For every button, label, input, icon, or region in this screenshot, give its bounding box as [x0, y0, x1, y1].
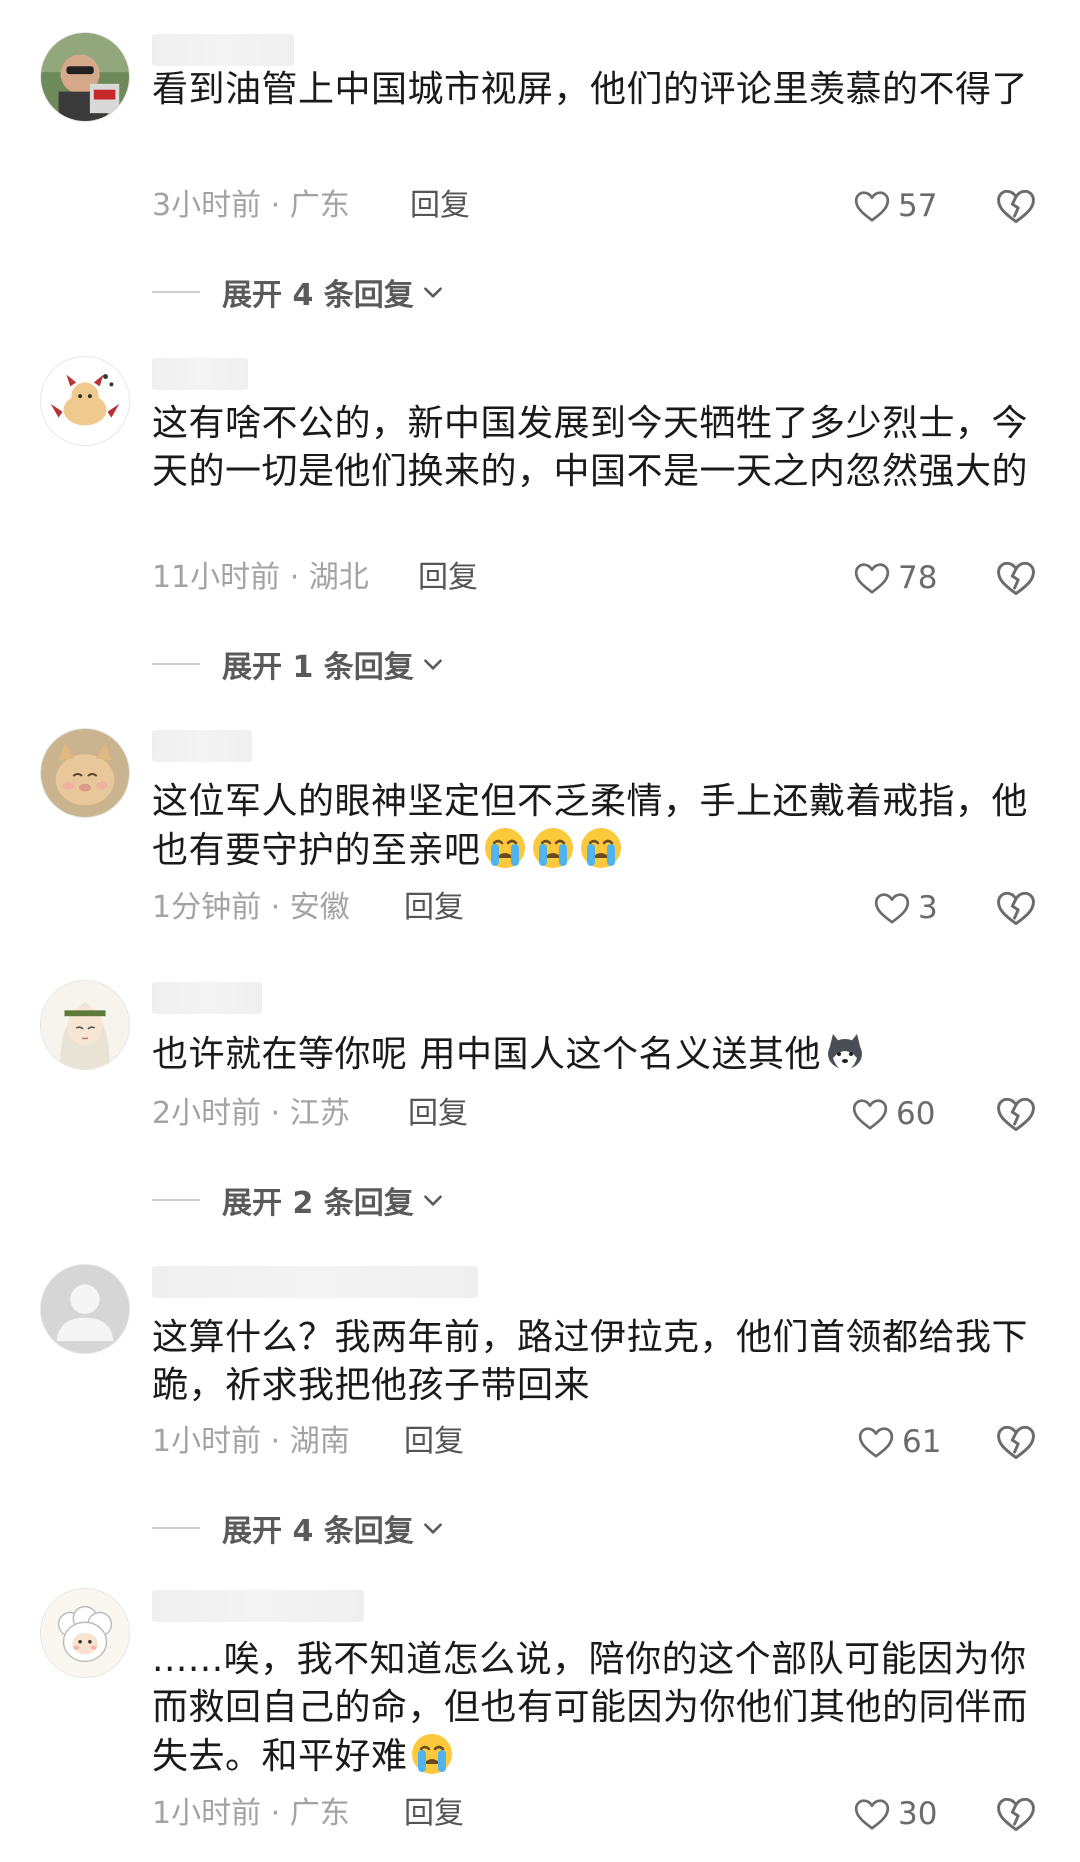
heart-outline-icon [854, 563, 890, 594]
reply-button[interactable]: 回复 [410, 186, 470, 226]
dislike-button[interactable] [994, 1792, 1038, 1836]
dislike-button[interactable] [994, 184, 1038, 228]
heart-outline-icon [874, 893, 910, 924]
dislike-button[interactable] [994, 556, 1038, 600]
comment-meta: 1小时前 · 湖南 [152, 1424, 350, 1459]
chevron-down-icon [423, 1523, 442, 1534]
comment-meta: 3小时前 · 广东 [152, 188, 350, 223]
expand-divider [152, 1527, 200, 1529]
comment-meta: 1小时前 · 广东 [152, 1796, 350, 1831]
comment-meta: 2小时前 · 江苏 [152, 1096, 350, 1131]
expand-replies-label: 展开 1 条回复 [222, 650, 414, 685]
expand-replies-button[interactable]: 展开 4 条回复 [152, 1506, 446, 1550]
expand-replies-button[interactable]: 展开 4 条回复 [152, 270, 446, 314]
chevron-down-icon [423, 659, 442, 670]
heart-outline-icon [852, 1099, 888, 1130]
avatar[interactable] [40, 1588, 130, 1678]
expand-replies-label: 展开 4 条回复 [222, 1514, 414, 1549]
husky-face-icon [827, 1034, 862, 1070]
reply-button[interactable]: 回复 [418, 558, 478, 598]
heart-outline-icon [858, 1427, 894, 1458]
username[interactable] [152, 730, 252, 762]
like-count: 3 [918, 890, 938, 926]
avatar[interactable] [40, 1264, 130, 1354]
dislike-button[interactable] [994, 1420, 1038, 1464]
comment-text: 这有啥不公的，新中国发展到今天牺牲了多少烈士，今天的一切是他们换来的，中国不是一… [152, 403, 1029, 492]
comment-text: ......唉，我不知道怎么说，陪你的这个部队可能因为你而救回自己的命，但也有可… [152, 1636, 1032, 1781]
chevron-down-icon [423, 1195, 442, 1206]
like-count: 30 [898, 1796, 938, 1832]
comment-text: 也许就在等你呢 用中国人这个名义送其他 [152, 1030, 1032, 1079]
heart-outline-icon [854, 191, 890, 222]
like-button[interactable]: 30 [852, 1792, 937, 1836]
reply-button[interactable]: 回复 [408, 1094, 468, 1134]
comment-text: 看到油管上中国城市视屏，他们的评论里羡慕的不得了 [152, 69, 1029, 110]
expand-replies-label: 展开 4 条回复 [222, 278, 414, 313]
like-button[interactable]: 78 [852, 556, 937, 600]
loudly-crying-face-icon [532, 828, 573, 868]
broken-heart-icon [997, 561, 1035, 596]
loudly-crying-face-icon [484, 828, 525, 868]
comment-meta: 1分钟前 · 安徽 [152, 890, 350, 925]
broken-heart-icon [997, 1097, 1035, 1132]
broken-heart-icon [997, 1425, 1035, 1460]
expand-divider [152, 291, 200, 293]
broken-heart-icon [997, 1797, 1035, 1832]
avatar[interactable] [40, 980, 130, 1070]
reply-button[interactable]: 回复 [404, 1422, 464, 1462]
username[interactable] [152, 358, 248, 390]
expand-replies-button[interactable]: 展开 2 条回复 [152, 1178, 446, 1222]
like-count: 78 [898, 560, 938, 596]
like-button[interactable]: 61 [856, 1420, 941, 1464]
like-count: 57 [898, 188, 938, 224]
like-count: 61 [902, 1424, 942, 1460]
like-button[interactable]: 57 [852, 184, 937, 228]
comment-meta: 11小时前 · 湖北 [152, 560, 369, 595]
comment-text-content: ......唉，我不知道怎么说，陪你的这个部队可能因为你而救回自己的命，但也有可… [152, 1639, 1029, 1777]
like-button[interactable]: 60 [850, 1092, 935, 1136]
loudly-crying-face-icon [411, 1734, 452, 1774]
reply-button[interactable]: 回复 [404, 888, 464, 928]
expand-replies-button[interactable]: 展开 1 条回复 [152, 642, 446, 686]
avatar[interactable] [40, 356, 130, 446]
username[interactable] [152, 1590, 364, 1622]
avatar[interactable] [40, 32, 130, 122]
avatar[interactable] [40, 728, 130, 818]
expand-divider [152, 1199, 200, 1201]
dislike-button[interactable] [994, 1092, 1038, 1136]
expand-replies-label: 展开 2 条回复 [222, 1186, 414, 1221]
username[interactable] [152, 34, 294, 66]
dislike-button[interactable] [994, 886, 1038, 930]
broken-heart-icon [997, 891, 1035, 926]
expand-divider [152, 663, 200, 665]
username[interactable] [152, 982, 262, 1014]
comment-text-content: 也许就在等你呢 用中国人这个名义送其他 [152, 1034, 821, 1075]
chevron-down-icon [423, 287, 442, 298]
like-count: 60 [896, 1096, 936, 1132]
loudly-crying-face-icon [580, 828, 621, 868]
comment-text: 这位军人的眼神坚定但不乏柔情，手上还戴着戒指，他也有要守护的至亲吧 [152, 778, 1032, 875]
username[interactable] [152, 1266, 478, 1298]
like-button[interactable]: 3 [872, 886, 938, 930]
heart-outline-icon [854, 1799, 890, 1830]
comment-text: 这算什么？我两年前，路过伊拉克，他们首领都给我下跪，祈求我把他孩子带回来 [152, 1317, 1029, 1406]
broken-heart-icon [997, 189, 1035, 224]
reply-button[interactable]: 回复 [404, 1794, 464, 1834]
